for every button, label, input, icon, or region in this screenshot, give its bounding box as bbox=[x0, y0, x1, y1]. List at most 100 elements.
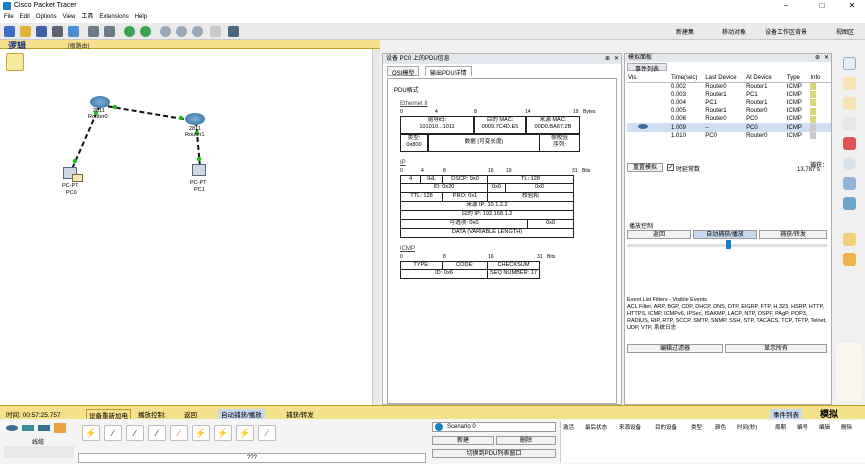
router0-icon[interactable] bbox=[90, 96, 110, 108]
scenario-select[interactable]: Scenario 0 bbox=[432, 422, 556, 432]
menu-edit[interactable]: Edit bbox=[20, 12, 30, 23]
speed-slider-handle[interactable] bbox=[726, 240, 731, 249]
table-row[interactable]: 0.003 Router1 PC1 ICMP bbox=[627, 91, 831, 99]
drawing-palette-icon[interactable] bbox=[210, 26, 221, 37]
copy-icon[interactable] bbox=[88, 26, 99, 37]
note-tool-icon[interactable] bbox=[843, 117, 856, 130]
cable-phone-icon[interactable]: ⚡ bbox=[192, 425, 210, 441]
search-icon[interactable] bbox=[160, 26, 171, 37]
col-time[interactable]: Time(sec) bbox=[669, 74, 705, 83]
close-button[interactable]: ✕ bbox=[842, 1, 862, 10]
toolbar-viewport[interactable]: 视图区 bbox=[836, 27, 854, 36]
save-icon[interactable] bbox=[36, 26, 47, 37]
logical-workspace[interactable]: 2811 Router0 2811 Router1 PC-PT PC0 PC-P… bbox=[0, 49, 380, 405]
cable-serial-dce-icon[interactable]: ⚡ bbox=[236, 425, 254, 441]
toolbar-new-cluster[interactable]: 新建集 bbox=[676, 27, 694, 36]
capture-forward-button[interactable]: 捕获/转发 bbox=[759, 230, 827, 239]
event-list-tab[interactable]: 事件列表 bbox=[627, 63, 667, 73]
custom-device-icon[interactable] bbox=[228, 26, 239, 37]
workspace-scrollbar[interactable] bbox=[372, 49, 380, 405]
open-folder-icon[interactable] bbox=[20, 26, 31, 37]
hub-category-icon[interactable] bbox=[38, 425, 50, 431]
cable-fiber-icon[interactable]: ∕ bbox=[170, 425, 188, 441]
col-info[interactable]: Info bbox=[809, 74, 831, 83]
maximize-button[interactable]: □ bbox=[812, 1, 832, 10]
col-vis[interactable]: Vis. bbox=[627, 74, 670, 83]
menu-tools[interactable]: 工具 bbox=[81, 12, 93, 23]
cable-auto-icon[interactable]: ⚡ bbox=[82, 425, 100, 441]
tab-osi-model[interactable]: OSI模型 bbox=[387, 66, 420, 77]
pdu-col-type[interactable]: 类型 bbox=[691, 423, 702, 431]
connections-category-icon[interactable] bbox=[54, 423, 66, 433]
col-type[interactable]: Type bbox=[785, 74, 810, 83]
add-complex-pdu-icon[interactable] bbox=[843, 253, 856, 266]
cable-serial-dte-icon[interactable]: ∕ bbox=[258, 425, 276, 441]
pdu-col-fire[interactable]: 激活 bbox=[563, 423, 574, 431]
table-row[interactable]: 0.005 Router1 Router0 ICMP bbox=[627, 107, 831, 115]
constant-delay-checkbox[interactable]: ✓ bbox=[667, 164, 674, 171]
router1-icon[interactable] bbox=[185, 113, 205, 125]
draw-shape-icon[interactable] bbox=[843, 177, 856, 190]
delete-scenario-button[interactable]: 删除 bbox=[496, 436, 556, 445]
cable-straight-icon[interactable]: ∕ bbox=[126, 425, 144, 441]
add-simple-pdu-icon[interactable] bbox=[843, 233, 856, 246]
magnify-tool-icon[interactable] bbox=[843, 157, 856, 170]
zoom-in-icon[interactable] bbox=[176, 26, 187, 37]
print-icon[interactable] bbox=[52, 26, 63, 37]
cable-console-icon[interactable]: ∕ bbox=[104, 425, 122, 441]
new-file-icon[interactable] bbox=[4, 26, 15, 37]
hand-tool-icon[interactable] bbox=[843, 97, 856, 110]
inspect-tool-icon[interactable] bbox=[843, 77, 856, 90]
pdu-col-time[interactable]: 时间(秒) bbox=[737, 423, 757, 431]
pc1-icon[interactable] bbox=[192, 164, 206, 176]
pdu-col-periodic[interactable]: 周期 bbox=[775, 423, 786, 431]
show-all-button[interactable]: 显示所有 bbox=[725, 344, 827, 353]
col-last-device[interactable]: Last Device bbox=[704, 74, 746, 83]
redo-icon[interactable] bbox=[140, 26, 151, 37]
toolbar-move-object[interactable]: 移动对象 bbox=[722, 27, 746, 36]
menu-view[interactable]: View bbox=[63, 12, 76, 23]
back-button[interactable]: 返回 bbox=[627, 230, 691, 239]
switch-category-icon[interactable] bbox=[22, 425, 34, 431]
undo-icon[interactable] bbox=[124, 26, 135, 37]
sim-panel-close-icon[interactable]: ✕ bbox=[824, 54, 829, 61]
pdu-col-delete[interactable]: 删除 bbox=[841, 423, 852, 431]
status-back-button[interactable]: 返回 bbox=[184, 409, 197, 419]
menu-options[interactable]: Options bbox=[36, 12, 57, 23]
toggle-pdu-list-button[interactable]: 切换到PDU列表窗口 bbox=[432, 449, 556, 458]
activity-wizard-icon[interactable] bbox=[68, 26, 79, 37]
status-autoplay-button[interactable]: 自动捕获/播放 bbox=[218, 409, 265, 419]
table-row[interactable]: 0.004 PC1 Router1 ICMP bbox=[627, 99, 831, 107]
tab-outbound-pdu[interactable]: 输出PDU详情 bbox=[425, 66, 472, 77]
table-row[interactable]: 0.006 Router0 PC0 ICMP bbox=[627, 115, 831, 123]
toolbar-set-background[interactable]: 设备工作区背景 bbox=[765, 27, 807, 36]
auto-capture-play-button[interactable]: 自动捕获/播放 bbox=[693, 230, 757, 239]
cable-crossover-icon[interactable]: ∕ bbox=[148, 425, 166, 441]
pdu-col-num[interactable]: 编号 bbox=[797, 423, 808, 431]
sim-panel-pin-icon[interactable]: ⊕ bbox=[815, 54, 820, 61]
table-row[interactable]: 0.002 Router0 Router1 ICMP bbox=[627, 83, 831, 91]
envelope-icon[interactable] bbox=[72, 174, 83, 182]
cable-coax-icon[interactable]: ⚡ bbox=[214, 425, 232, 441]
menu-help[interactable]: Help bbox=[135, 12, 147, 23]
router-category-icon[interactable] bbox=[6, 425, 18, 431]
pdu-window-pin-icon[interactable]: ⊕ bbox=[605, 55, 610, 62]
select-tool-icon[interactable] bbox=[843, 57, 856, 70]
edit-filters-button[interactable]: 编辑过滤器 bbox=[627, 344, 723, 353]
delete-tool-icon[interactable] bbox=[843, 137, 856, 150]
resize-tool-icon[interactable] bbox=[843, 197, 856, 210]
event-list-button[interactable]: 事件列表 bbox=[770, 409, 802, 419]
status-forward-button[interactable]: 捕获/转发 bbox=[286, 409, 314, 419]
table-row[interactable]: 1.009 -- PC0 ICMP bbox=[627, 123, 831, 132]
new-scenario-button[interactable]: 新建 bbox=[432, 436, 494, 445]
pdu-col-source[interactable]: 来源设备 bbox=[619, 423, 641, 431]
pdu-col-last-status[interactable]: 最后状态 bbox=[585, 423, 607, 431]
table-row[interactable]: 1.010 PC0 Router0 ICMP bbox=[627, 132, 831, 140]
pdu-col-edit[interactable]: 编辑 bbox=[819, 423, 830, 431]
menu-extensions[interactable]: Extensions bbox=[99, 12, 128, 23]
scenario-info-icon[interactable] bbox=[435, 423, 443, 431]
paste-icon[interactable] bbox=[104, 26, 115, 37]
pdu-col-destination[interactable]: 目的设备 bbox=[655, 423, 677, 431]
pdu-window-close-icon[interactable]: ✕ bbox=[614, 55, 619, 62]
pdu-col-color[interactable]: 颜色 bbox=[715, 423, 726, 431]
